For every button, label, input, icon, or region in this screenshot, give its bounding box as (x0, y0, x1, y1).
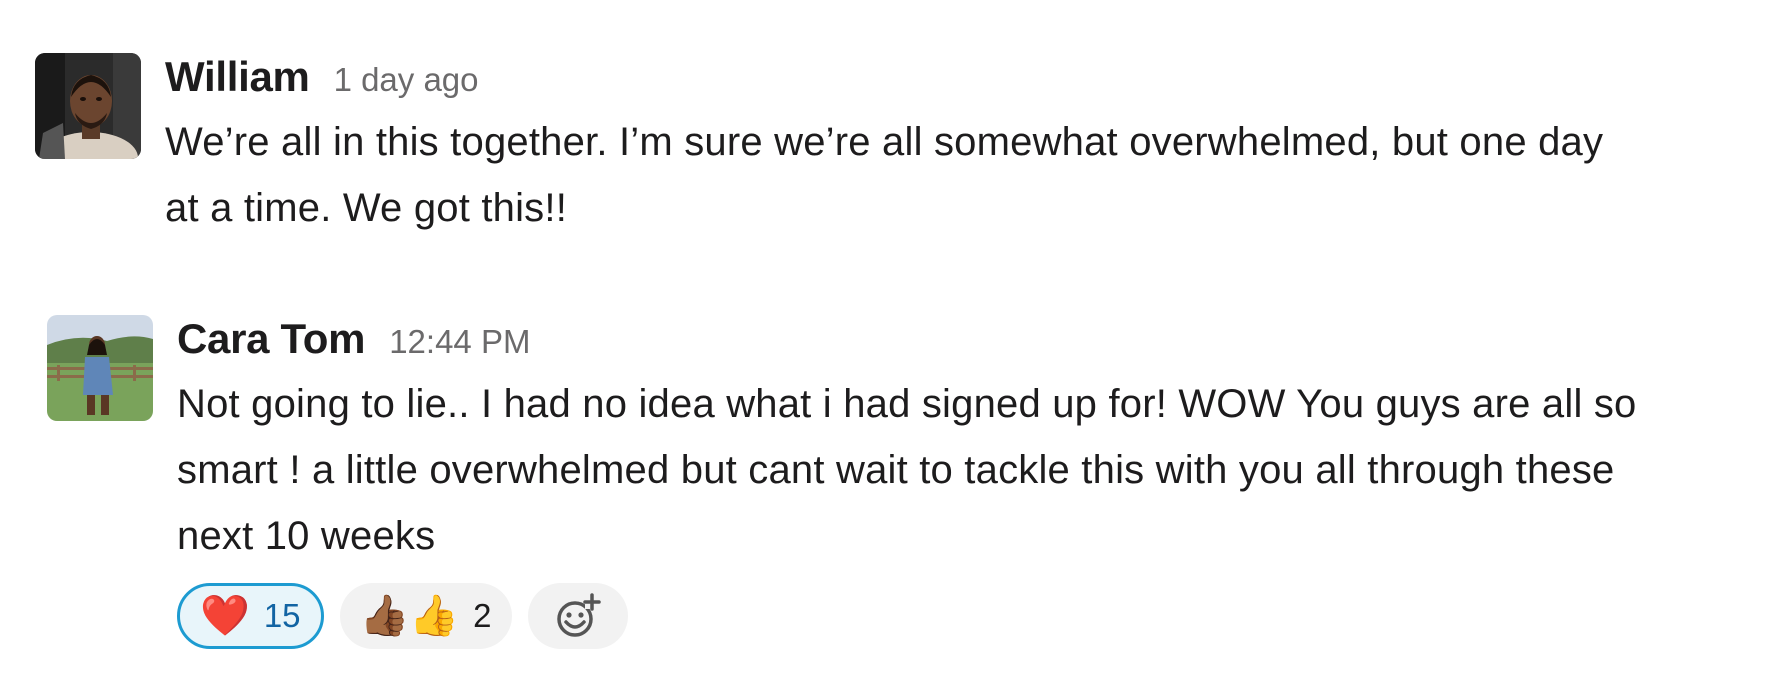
avatar-image (47, 315, 153, 421)
message-text: Not going to lie.. I had no idea what i … (177, 382, 1637, 558)
reaction-count: 15 (263, 597, 301, 634)
reaction-heart[interactable]: ❤️ 15 (177, 583, 324, 649)
reaction-count: 2 (473, 597, 492, 634)
add-reaction-button[interactable] (527, 583, 628, 649)
timestamp[interactable]: 12:44 PM (389, 318, 530, 366)
avatar-william[interactable] (35, 53, 141, 159)
add-reaction-icon (556, 593, 601, 637)
reactions-bar: ❤️ 15 👍🏾👍 2 (177, 583, 1747, 649)
avatar-image (35, 53, 141, 159)
message-text: We’re all in this together. I’m sure we’… (165, 120, 1604, 230)
heart-emoji-icon: ❤️ (200, 594, 250, 638)
reaction-thumbs-up[interactable]: 👍🏾👍 2 (339, 583, 512, 649)
thumbs-up-emoji-icon: 👍🏾👍 (359, 594, 460, 638)
avatar-cara-tom[interactable] (47, 315, 153, 421)
author-name[interactable]: William (165, 53, 310, 101)
timestamp[interactable]: 1 day ago (334, 56, 479, 104)
author-name[interactable]: Cara Tom (177, 315, 366, 363)
